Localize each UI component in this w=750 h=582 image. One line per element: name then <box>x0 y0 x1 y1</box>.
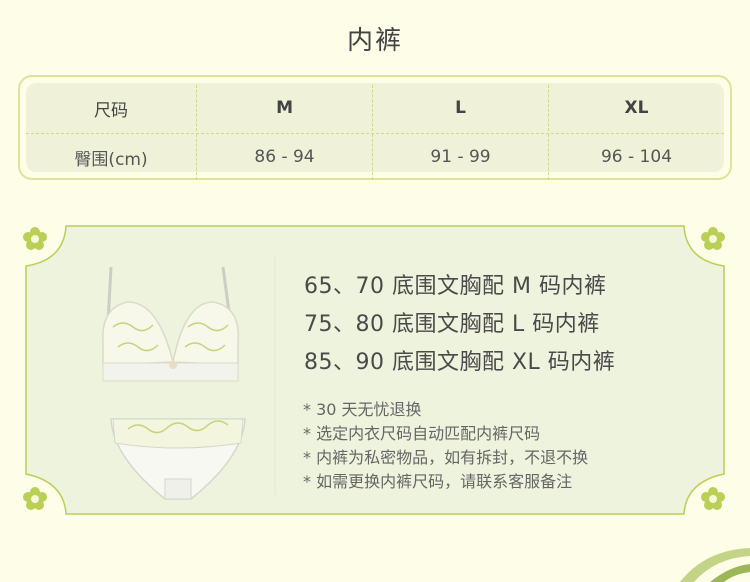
row-label-hip: 臀围(cm) <box>74 149 148 170</box>
header-m: M <box>196 85 372 131</box>
page-title: 内裤 <box>346 26 403 56</box>
size-guide-panel: 65、70 底围文胸配 M 码内裤 75、80 底围文胸配 L 码内裤 85、9… <box>18 220 732 520</box>
flower-icon <box>23 487 47 510</box>
match-line-xl: 85、90 底围文胸配 XL 码内裤 <box>304 350 616 375</box>
note-contact-service: * 如需更换内裤尺码，请联系客服备注 <box>303 472 573 491</box>
hip-l-value: 91 - 99 <box>372 134 548 180</box>
bra-set-image <box>102 266 246 500</box>
hip-xl-value: 96 - 104 <box>548 134 724 180</box>
header-l: L <box>372 85 548 131</box>
match-line-m: 65、70 底围文胸配 M 码内裤 <box>304 274 607 299</box>
table-row-hip: 臀围(cm) 86 - 94 91 - 99 96 - 104 <box>26 133 724 180</box>
note-no-return: * 内裤为私密物品，如有拆封，不退不换 <box>303 448 589 467</box>
header-size: 尺码 <box>94 100 129 121</box>
match-line-l: 75、80 底围文胸配 L 码内裤 <box>304 312 600 337</box>
note-auto-match: * 选定内衣尺码自动匹配内裤尺码 <box>303 424 541 443</box>
flower-icon <box>23 227 47 250</box>
leaf-decoration <box>680 548 750 582</box>
hip-m-value: 86 - 94 <box>196 134 372 180</box>
table-header-row: 尺码 M L XL <box>26 85 724 131</box>
size-table: 尺码 M L XL 臀围(cm) 86 - 94 91 - 99 96 - 10… <box>18 75 732 180</box>
header-xl: XL <box>548 85 724 131</box>
flower-icon <box>701 487 725 510</box>
note-return: * 30 天无忧退换 <box>303 400 422 419</box>
flower-icon <box>701 227 725 250</box>
